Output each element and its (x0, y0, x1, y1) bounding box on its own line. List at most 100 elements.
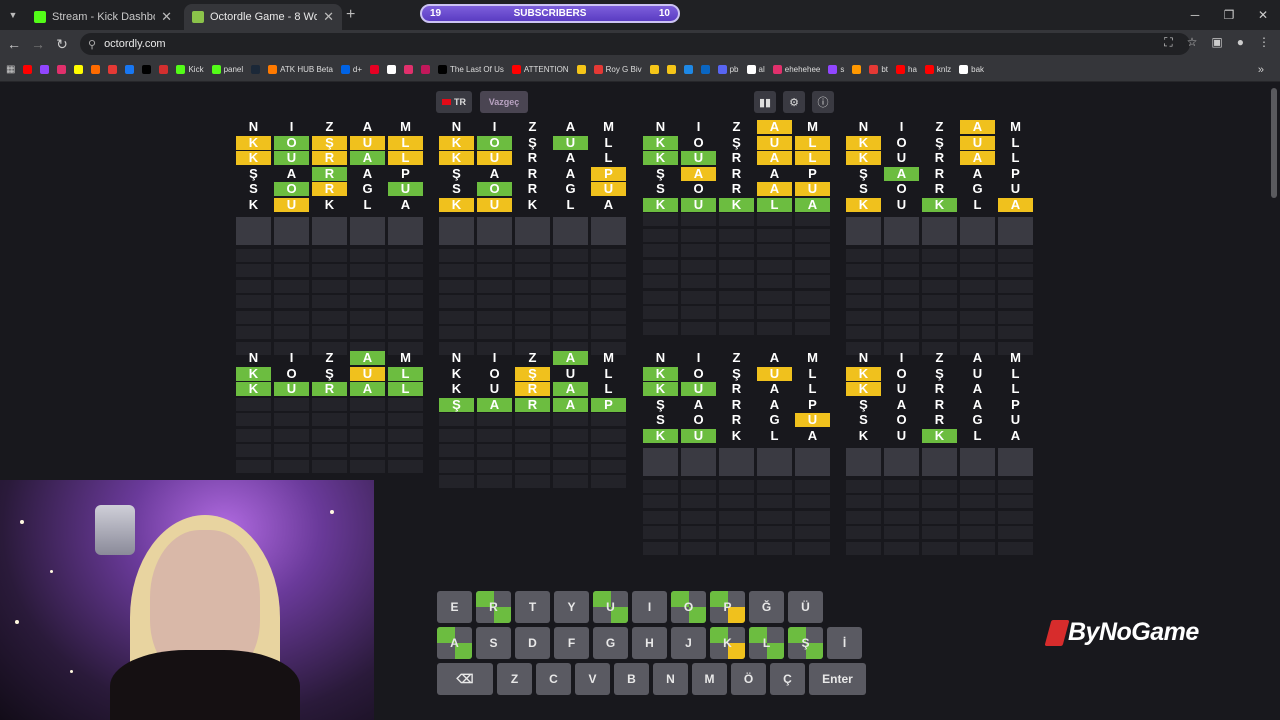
bookmark-item[interactable] (159, 65, 169, 74)
bookmark-item[interactable]: s (828, 65, 844, 74)
letter-key[interactable]: Z (497, 663, 532, 695)
bookmark-item[interactable]: d+ (340, 65, 363, 74)
back-icon[interactable]: ← (4, 36, 24, 52)
bookmark-item[interactable] (852, 65, 862, 74)
page-scrollbar[interactable] (1271, 88, 1277, 198)
close-tab-icon[interactable]: ✕ (161, 9, 172, 25)
letter-tile: R (515, 397, 550, 412)
info-button[interactable]: ⓘ (812, 91, 834, 113)
bookmark-item[interactable]: bak (959, 65, 984, 74)
bookmark-item[interactable]: al (746, 65, 765, 74)
stats-button[interactable]: ▮▮ (754, 91, 776, 113)
give-up-button[interactable]: Vazgeç (480, 91, 528, 113)
bookmark-item[interactable] (108, 65, 118, 74)
letter-key[interactable]: L (749, 627, 784, 659)
bookmark-item[interactable] (125, 65, 135, 74)
bookmark-star-icon[interactable]: ☆ (1187, 35, 1198, 50)
restore-icon[interactable]: ❐ (1212, 0, 1246, 30)
bookmark-item[interactable]: ha (896, 65, 917, 74)
letter-tile: M (400, 119, 411, 134)
omnibox[interactable]: ⚲ octordly.com (80, 33, 1190, 55)
bookmark-item[interactable] (666, 65, 676, 74)
bookmark-item[interactable]: knlz (924, 65, 951, 74)
letter-key[interactable]: Ç (770, 663, 805, 695)
bookmark-item[interactable] (40, 65, 50, 74)
profile-avatar[interactable]: ● (1237, 35, 1244, 50)
reload-icon[interactable]: ↻ (52, 36, 72, 53)
letter-key[interactable]: M (692, 663, 727, 695)
letter-key[interactable]: R (476, 591, 511, 623)
webcam-overlay (0, 480, 374, 720)
empty-tile (388, 279, 423, 293)
enter-key[interactable]: Enter (809, 663, 866, 695)
letter-key[interactable]: H (632, 627, 667, 659)
close-tab-icon[interactable]: ✕ (323, 9, 334, 25)
more-bookmarks-icon[interactable]: » (1258, 64, 1264, 76)
site-info-icon[interactable]: ⚲ (88, 38, 96, 51)
new-tab-button[interactable]: + (346, 6, 355, 24)
empty-tile (553, 326, 588, 339)
letter-key[interactable]: O (671, 591, 706, 623)
bookmark-item[interactable]: bt (869, 65, 888, 74)
minimize-icon[interactable]: ─ (1178, 0, 1212, 30)
letter-key[interactable]: I (632, 591, 667, 623)
bookmark-item[interactable]: The Last Of Us (438, 65, 504, 74)
bookmark-item[interactable] (74, 65, 84, 74)
letter-key[interactable]: E (437, 591, 472, 623)
bookmark-item[interactable]: Roy G Biv (593, 65, 642, 74)
backspace-key[interactable]: ⌫ (437, 663, 493, 695)
bookmark-item[interactable] (251, 65, 261, 74)
bookmark-item[interactable]: ATK HUB Beta (268, 65, 333, 74)
menu-icon[interactable]: ⋮ (1258, 35, 1270, 50)
letter-key[interactable]: B (614, 663, 649, 695)
bookmark-label: d+ (352, 65, 363, 74)
bookmark-item[interactable] (683, 65, 693, 74)
bookmark-item[interactable]: ehehehee (772, 65, 820, 74)
forward-icon[interactable]: → (28, 36, 48, 52)
bookmark-item[interactable] (23, 65, 33, 74)
translate-icon[interactable]: ⛶ (1164, 35, 1172, 50)
letter-key[interactable]: Ü (788, 591, 823, 623)
letter-key[interactable]: P (710, 591, 745, 623)
bookmark-item[interactable]: ATTENTION (511, 65, 569, 74)
extensions-icon[interactable]: ▣ (1211, 35, 1222, 50)
letter-key[interactable]: S (476, 627, 511, 659)
bookmark-item[interactable]: Kick (176, 65, 204, 74)
bookmark-item[interactable] (700, 65, 710, 74)
bookmark-item[interactable] (91, 65, 101, 74)
language-button[interactable]: TR (436, 91, 472, 113)
letter-key[interactable]: Y (554, 591, 589, 623)
letter-key[interactable]: Ö (731, 663, 766, 695)
bookmark-item[interactable] (576, 65, 586, 74)
letter-key[interactable]: Ş (788, 627, 823, 659)
letter-key[interactable]: D (515, 627, 550, 659)
letter-key[interactable]: Ğ (749, 591, 784, 623)
tab-search-icon[interactable]: ▼ (5, 7, 21, 23)
letter-key[interactable]: V (575, 663, 610, 695)
letter-key[interactable]: K (710, 627, 745, 659)
letter-key[interactable]: J (671, 627, 706, 659)
bookmark-item[interactable] (142, 65, 152, 74)
settings-button[interactable]: ⚙ (783, 91, 805, 113)
tab-kick-dashboard[interactable]: Stream - Kick Dashboard ✕ (26, 4, 180, 30)
bookmark-item[interactable]: panel (211, 65, 243, 74)
close-window-icon[interactable]: ✕ (1246, 0, 1280, 30)
bookmark-item[interactable] (649, 65, 659, 74)
letter-key[interactable]: U (593, 591, 628, 623)
letter-key[interactable]: İ (827, 627, 862, 659)
bookmark-item[interactable] (370, 65, 380, 74)
letter-key[interactable]: C (536, 663, 571, 695)
empty-tile (388, 413, 423, 426)
bookmark-item[interactable] (57, 65, 67, 74)
letter-key[interactable]: G (593, 627, 628, 659)
letter-key[interactable]: A (437, 627, 472, 659)
letter-key[interactable]: N (653, 663, 688, 695)
bookmark-item[interactable] (421, 65, 431, 74)
letter-key[interactable]: T (515, 591, 550, 623)
bookmark-item[interactable]: pb (717, 65, 739, 74)
letter-key[interactable]: F (554, 627, 589, 659)
bookmark-item[interactable] (404, 65, 414, 74)
apps-icon[interactable]: ▦ (6, 64, 15, 75)
tab-octordle[interactable]: Octordle Game - 8 Words Wor ✕ (184, 4, 342, 30)
bookmark-item[interactable] (387, 65, 397, 74)
